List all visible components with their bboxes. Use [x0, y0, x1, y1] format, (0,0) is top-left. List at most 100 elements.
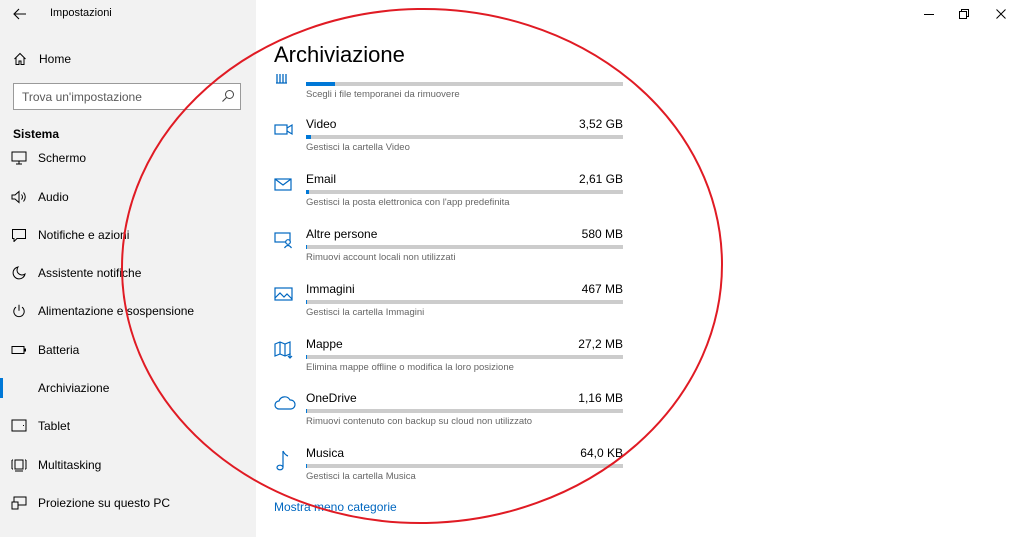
usage-bar-fill [306, 300, 307, 304]
sidebar-item-label: Archiviazione [38, 381, 110, 395]
category-name: OneDrive [306, 391, 357, 405]
category-description: Gestisci la cartella Video [306, 142, 410, 153]
category-video[interactable]: Video 3,52 GB Gestisci la cartella Video [270, 117, 630, 167]
sidebar-item-notifiche[interactable]: Notifiche e azioni [0, 220, 256, 250]
sidebar: Impostazioni Home Sistema Schermo Audio [0, 0, 256, 537]
category-temporary-files[interactable]: Scegli i file temporanei da rimuovere [270, 64, 630, 114]
restore-icon [959, 9, 969, 19]
category-description: Scegli i file temporanei da rimuovere [306, 89, 460, 100]
category-size: 3,52 GB [578, 117, 623, 131]
battery-icon [11, 342, 27, 358]
back-button[interactable] [10, 4, 30, 24]
category-size: 2,61 GB [578, 172, 623, 186]
usage-bar [306, 409, 623, 413]
category-name: Altre persone [306, 227, 378, 241]
category-description: Gestisci la cartella Immagini [306, 307, 425, 318]
sidebar-item-alimentazione[interactable]: Alimentazione e sospensione [0, 296, 256, 326]
category-description: Rimuovi contenuto con backup su cloud no… [306, 416, 533, 427]
sidebar-item-label: Schermo [38, 151, 87, 165]
sidebar-item-label: Batteria [38, 343, 80, 357]
section-title: Sistema [13, 127, 60, 141]
multitasking-icon [11, 457, 27, 473]
sidebar-item-label: Notifiche e azioni [38, 228, 130, 242]
sidebar-item-archiviazione[interactable]: Archiviazione [0, 373, 256, 403]
category-size: 1,16 MB [578, 391, 623, 405]
category-name: Email [306, 172, 337, 186]
category-name: Musica [306, 446, 345, 460]
category-size: 27,2 MB [578, 337, 623, 351]
category-name: Video [306, 117, 337, 131]
category-description: Rimuovi account locali non utilizzati [306, 252, 456, 263]
category-size: 467 MB [581, 282, 623, 296]
speaker-icon [11, 189, 27, 205]
minimize-icon [924, 14, 934, 15]
usage-bar [306, 82, 623, 86]
category-description: Elimina mappe offline o modifica la loro… [306, 362, 514, 373]
usage-bar [306, 464, 623, 468]
usage-bar-fill [306, 82, 335, 86]
mail-icon [274, 176, 294, 196]
sidebar-item-tablet[interactable]: Tablet [0, 411, 256, 441]
usage-bar [306, 135, 623, 139]
storage-icon [11, 380, 27, 396]
moon-icon [11, 265, 27, 281]
projection-icon [11, 495, 27, 511]
back-arrow-icon [13, 8, 26, 20]
category-altre-persone[interactable]: Altre persone 580 MB Rimuovi account loc… [270, 227, 630, 277]
usage-bar [306, 245, 623, 249]
close-button[interactable] [983, 0, 1019, 28]
category-description: Gestisci la posta elettronica con l'app … [306, 197, 510, 208]
sidebar-item-schermo[interactable]: Schermo [0, 148, 256, 173]
category-email[interactable]: Email 2,61 GB Gestisci la posta elettron… [270, 172, 630, 222]
sidebar-item-label: Multitasking [38, 458, 102, 472]
category-musica[interactable]: Musica 64,0 KB Gestisci la cartella Musi… [270, 446, 630, 496]
people-icon [274, 231, 294, 251]
map-icon [274, 341, 294, 361]
usage-bar [306, 355, 623, 359]
sidebar-item-label: Home [39, 52, 72, 66]
usage-bar [306, 300, 623, 304]
category-immagini[interactable]: Immagini 467 MB Gestisci la cartella Imm… [270, 282, 630, 332]
close-icon [996, 9, 1006, 19]
search-input[interactable] [14, 84, 214, 109]
sidebar-item-label: Alimentazione e sospensione [38, 304, 195, 318]
sidebar-item-assistente-notifiche[interactable]: Assistente notifiche [0, 258, 256, 288]
cloud-icon [274, 395, 296, 415]
sidebar-item-audio[interactable]: Audio [0, 182, 256, 212]
restore-button[interactable] [946, 0, 982, 28]
category-mappe[interactable]: Mappe 27,2 MB Elimina mappe offline o mo… [270, 337, 630, 387]
search-icon[interactable] [221, 89, 235, 103]
video-icon [274, 121, 294, 141]
minimize-button[interactable] [911, 0, 947, 28]
trash-icon [274, 72, 294, 92]
category-description: Gestisci la cartella Musica [306, 471, 416, 482]
sidebar-item-proiezione[interactable]: Proiezione su questo PC [0, 488, 256, 518]
music-icon [274, 450, 294, 471]
category-name: Immagini [306, 282, 355, 296]
tablet-icon [11, 418, 27, 434]
sidebar-item-label: Tablet [38, 419, 71, 433]
app-title: Impostazioni [50, 7, 112, 19]
usage-bar-fill [306, 245, 308, 249]
category-size: 580 MB [581, 227, 623, 241]
usage-bar [306, 190, 623, 194]
category-size: 64,0 KB [580, 446, 623, 460]
category-name: Mappe [306, 337, 343, 351]
sidebar-item-label: Audio [38, 190, 69, 204]
category-onedrive[interactable]: OneDrive 1,16 MB Rimuovi contenuto con b… [270, 391, 630, 441]
monitor-icon [11, 150, 27, 166]
usage-bar-fill [306, 190, 310, 194]
sidebar-item-label: Assistente notifiche [38, 266, 142, 280]
show-less-categories-link[interactable]: Mostra meno categorie [274, 500, 397, 514]
power-icon [11, 303, 27, 319]
sidebar-item-label: Proiezione su questo PC [38, 496, 171, 510]
usage-bar-fill [306, 135, 311, 139]
sidebar-nav-list: Schermo Audio Notifiche e azioni Assiste… [0, 148, 256, 537]
sidebar-item-batteria[interactable]: Batteria [0, 335, 256, 365]
search-box[interactable] [13, 83, 241, 110]
sidebar-item-multitasking[interactable]: Multitasking [0, 450, 256, 480]
sidebar-item-home[interactable]: Home [0, 46, 256, 72]
home-icon [13, 52, 27, 66]
notification-icon [11, 227, 27, 243]
image-icon [274, 286, 294, 306]
